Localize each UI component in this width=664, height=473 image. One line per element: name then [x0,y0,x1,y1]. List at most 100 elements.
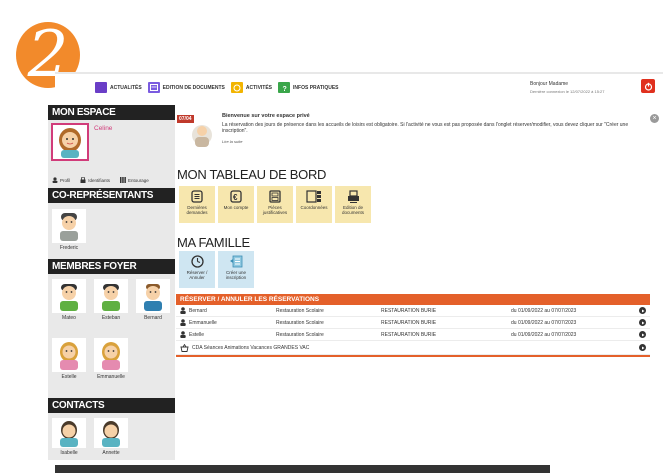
co-representants-list: Frederic [48,203,175,259]
tile-reserver-annuler[interactable]: Réserver / Annuler [179,251,215,288]
row-place: RESTAURATION BURIE [381,307,437,314]
documents-icon [147,82,160,93]
table-row[interactable]: Estelle Restauration Scolaire RESTAURATI… [176,329,650,341]
avatar[interactable] [51,123,89,161]
tile-label: Coordonnées [300,205,328,210]
person-card[interactable]: Mateo [50,279,88,334]
row-name: Estelle [189,331,205,338]
person-name: Frederic [59,245,79,251]
person-name: Estelle [61,374,77,380]
page: 2 Actualités Edition de documents Activi… [0,0,664,473]
nav-infos-pratiques[interactable]: ? Infos pratiques [278,82,339,93]
woman-avatar-icon [60,421,78,447]
tile-label: Réserver / Annuler [186,270,208,280]
row-dates: du 01/09/2022 au 07/07/2023 [511,331,577,338]
person-name: Emmanuelle [97,374,125,380]
person-card[interactable]: Bernard [134,279,172,334]
table-row[interactable]: Emmanuelle Restauration Scolaire RESTAUR… [176,317,650,329]
tile-mon-compte[interactable]: € Mon compte [218,186,254,223]
table-row[interactable]: Bernard Restauration Scolaire RESTAURATI… [176,305,650,317]
membres-foyer-list: Mateo Esteban Bernard Estelle Emmanuelle [48,274,175,398]
form-icon [230,255,243,268]
avatar [52,338,86,372]
person-name: Isabelle [60,450,78,456]
tile-label: Mon compte [223,205,249,210]
contacts-title: CONTACTS [48,398,175,413]
person-card[interactable]: Emmanuelle [92,338,130,393]
person-name: Annette [102,450,120,456]
famille-tiles: Réserver / Annuler Créer une inscription [179,251,254,288]
user-info: Bonjour Madame Dernière connexion le 12/… [530,81,605,95]
play-arrow-icon[interactable] [639,344,646,351]
user-greeting: Bonjour Madame [530,81,569,87]
tile-coordonnees[interactable]: Coordonnées [296,186,332,223]
row-service: Restauration Scolaire [276,331,324,338]
identifiants-button[interactable]: Identifiants [80,177,110,183]
user-name: Celine [94,125,113,132]
bottom-bar [55,465,550,473]
play-arrow-icon[interactable] [639,307,646,314]
logout-button[interactable] [641,79,655,93]
close-button[interactable]: × [650,114,659,123]
entourage-label: Entourage [128,177,149,183]
entourage-icon [120,177,126,183]
tile-creer-inscription[interactable]: Créer une inscription [218,251,254,288]
play-arrow-icon[interactable] [639,319,646,326]
person-card[interactable]: Frederic [50,209,88,255]
man-avatar-icon [144,284,162,311]
tile-pieces-justificatives[interactable]: Pièces justificatives [257,186,293,223]
nav-label: Activités [245,84,273,91]
girl-avatar-icon [60,342,78,370]
read-more-link[interactable]: Lire la suite [222,139,632,146]
avatar [136,279,170,313]
printer-icon [347,190,359,203]
nav-activites[interactable]: Activités [230,82,273,93]
welcome-text: La réservation des jours de présence dan… [222,121,629,135]
table-row[interactable]: CDA Séances Animations Vacances GRANDES … [176,341,650,355]
close-icon: × [652,115,657,122]
person-card[interactable]: Annette [92,418,130,456]
profil-button[interactable]: Profil [52,177,70,183]
nav-label: Infos pratiques [293,84,339,91]
person-icon [180,331,186,338]
male-avatar-icon [60,213,78,241]
membres-foyer-title: MEMBRES FOYER [48,259,175,274]
nav-label: Actualités [110,84,142,91]
play-arrow-icon[interactable] [639,331,646,338]
identifiants-label: Identifiants [88,177,111,183]
credentials-icon [80,177,86,183]
person-icon [180,319,186,326]
reservations-title: RÉSERVER / ANNULER LES RÉSERVATIONS [176,294,650,305]
person-name: Mateo [62,315,76,321]
main-nav: Actualités Edition de documents Activité… [95,82,339,93]
welcome-title: Bienvenue sur votre espace privé [222,113,310,119]
power-icon [644,82,652,91]
nav-actualites[interactable]: Actualités [95,82,142,93]
tile-edition-documents[interactable]: Edition de documents [335,186,371,223]
nav-edition-documents[interactable]: Edition de documents [147,82,225,93]
clock-icon [190,255,204,268]
info-icon: ? [278,82,291,93]
person-name: Bernard [144,315,162,321]
person-name: Esteban [101,315,121,321]
divider [176,355,650,357]
mon-espace-section: Celine [48,120,175,172]
avatar [94,279,128,313]
entourage-button[interactable]: Entourage [120,177,149,183]
person-card[interactable]: Esteban [92,279,130,334]
top-navigation: Actualités Edition de documents Activité… [55,72,663,100]
news-icon [95,82,107,93]
contacts-list: Isabelle Annette [48,413,175,461]
row-name: Bernard [189,307,207,314]
tile-dernieres-demandes[interactable]: Dernières demandes [179,186,215,223]
person-card[interactable]: Estelle [50,338,88,393]
person-card[interactable]: Isabelle [50,418,88,456]
dashboard-tiles: Dernières demandes € Mon compte Pièces j… [179,186,371,223]
boy-avatar-icon [102,284,120,311]
famille-title: MA FAMILLE [177,235,250,250]
person-icon [180,307,186,314]
svg-text:?: ? [283,86,287,92]
requests-icon [191,190,203,203]
row-name: CDA Séances Animations Vacances GRANDES … [192,344,310,351]
avatar [52,418,86,448]
